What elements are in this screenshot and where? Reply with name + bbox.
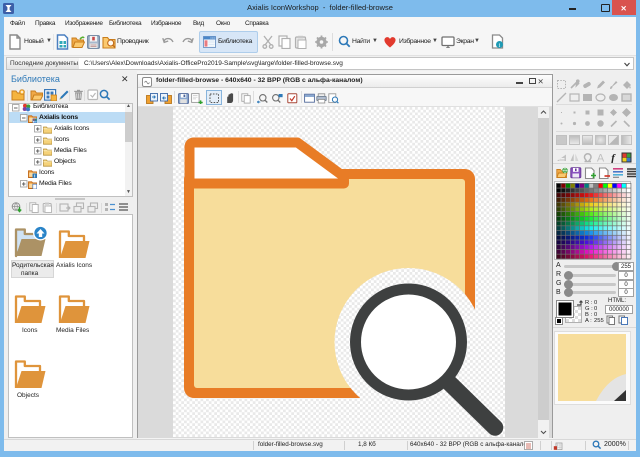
svg-text:A: A xyxy=(597,153,605,164)
svg-text:i: i xyxy=(34,173,35,178)
svg-text:f: f xyxy=(611,153,616,164)
